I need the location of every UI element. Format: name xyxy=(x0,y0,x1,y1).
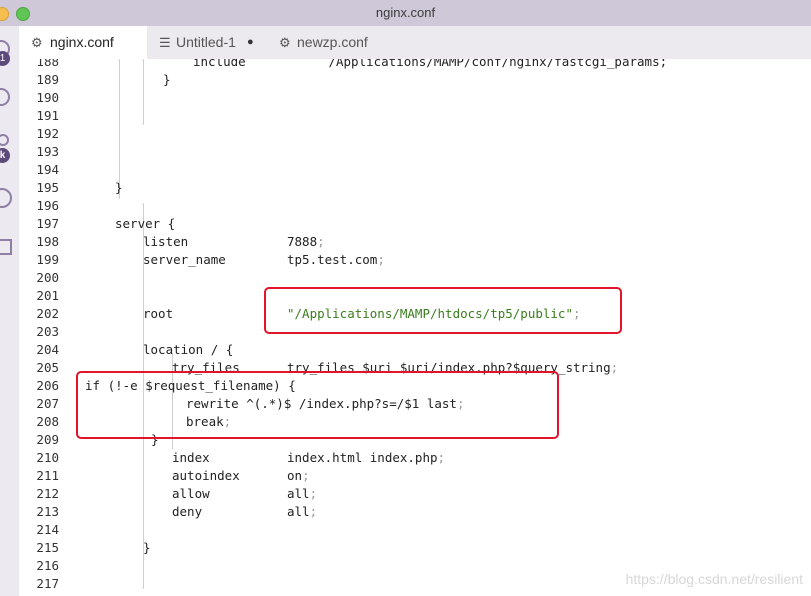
line-number: 189 xyxy=(36,72,59,87)
line-number: 199 xyxy=(36,252,59,267)
code-editor[interactable]: 188 189 190 191 192 193 194 195 196 197 198 199 200 2… xyxy=(19,59,811,596)
semicolon: ; xyxy=(309,504,318,519)
code-text: } xyxy=(163,72,171,87)
line-number: 188 xyxy=(36,59,59,69)
line-number: 211 xyxy=(36,468,59,483)
list-icon[interactable] xyxy=(0,188,12,208)
unsaved-dot-icon[interactable]: ● xyxy=(247,26,254,59)
tab-bar: ⚙ nginx.conf ☰ Untitled-1 ● ⚙ newzp.conf xyxy=(19,26,811,59)
title-bar: nginx.conf xyxy=(0,0,811,27)
line-number: 201 xyxy=(36,288,59,303)
line-number: 195 xyxy=(36,180,59,195)
line-number: 213 xyxy=(36,504,59,519)
tab-label: Untitled-1 xyxy=(176,34,236,50)
code-text: location / { xyxy=(143,342,234,357)
line-number: 209 xyxy=(36,432,59,447)
code-text: } xyxy=(115,180,123,195)
user-badge-letter: k xyxy=(0,150,6,161)
source-control-icon[interactable] xyxy=(0,134,9,146)
code-text: include /Applications/MAMP/conf/nginx/fa… xyxy=(193,59,668,69)
directive-key: deny xyxy=(172,504,203,519)
semicolon: ; xyxy=(437,450,446,465)
notification-badge: 1 xyxy=(0,51,10,66)
line-number: 215 xyxy=(36,540,59,555)
tab-nginx-conf[interactable]: ⚙ nginx.conf xyxy=(19,26,147,59)
line-number: 198 xyxy=(36,234,59,249)
semicolon: ; xyxy=(309,486,318,501)
activity-bar: 1 k xyxy=(0,26,20,596)
line-number: 216 xyxy=(36,558,59,573)
semicolon: ; xyxy=(610,360,619,375)
directive-value: index.html index.php; xyxy=(287,450,446,465)
directive-key: allow xyxy=(172,486,210,501)
directive-value: all; xyxy=(287,486,318,501)
highlight-box-root xyxy=(264,287,622,334)
gear-icon: ⚙ xyxy=(31,35,43,50)
directive-value: 7888; xyxy=(287,234,325,249)
line-number: 190 xyxy=(36,90,59,105)
line-number: 200 xyxy=(36,270,59,285)
indent-guide xyxy=(143,59,144,125)
line-number: 212 xyxy=(36,486,59,501)
indent-guide xyxy=(119,59,120,199)
tab-label: nginx.conf xyxy=(50,34,114,50)
gear-icon: ⚙ xyxy=(279,35,291,50)
line-number: 207 xyxy=(36,396,59,411)
line-number: 208 xyxy=(36,414,59,429)
tab-newzp-conf[interactable]: ⚙ newzp.conf xyxy=(271,26,397,59)
directive-key: root xyxy=(143,306,174,321)
directive-value: tp5.test.com; xyxy=(287,252,385,267)
semicolon: ; xyxy=(377,252,385,267)
highlight-box-rewrite xyxy=(76,371,559,439)
history-icon[interactable] xyxy=(0,88,10,106)
line-number: 202 xyxy=(36,306,59,321)
line-number: 203 xyxy=(36,324,59,339)
directive-value: all; xyxy=(287,504,318,519)
directive-key: autoindex xyxy=(172,468,240,483)
line-number: 192 xyxy=(36,126,59,141)
line-number: 196 xyxy=(36,198,59,213)
lines-icon: ☰ xyxy=(159,35,171,50)
line-number: 210 xyxy=(36,450,59,465)
line-number: 217 xyxy=(36,576,59,591)
directive-key: index xyxy=(172,450,210,465)
line-number: 194 xyxy=(36,162,59,177)
directive-key: server_name xyxy=(143,252,226,267)
tab-label: newzp.conf xyxy=(297,34,368,50)
tab-untitled-1[interactable]: ☰ Untitled-1 ● xyxy=(147,26,271,59)
line-number: 214 xyxy=(36,522,59,537)
line-number: 204 xyxy=(36,342,59,357)
directive-value: on; xyxy=(287,468,310,483)
notification-badge-count: 1 xyxy=(0,53,6,64)
semicolon: ; xyxy=(317,234,325,249)
extensions-icon[interactable] xyxy=(0,239,12,255)
window-title: nginx.conf xyxy=(375,5,436,20)
watermark: https://blog.csdn.net/resilient xyxy=(625,571,803,587)
line-number: 191 xyxy=(36,108,59,123)
code-text: } xyxy=(143,540,151,555)
semicolon: ; xyxy=(302,468,310,483)
line-number: 205 xyxy=(36,360,59,375)
line-number: 197 xyxy=(36,216,59,231)
line-number: 206 xyxy=(36,378,59,393)
line-number: 193 xyxy=(36,144,59,159)
code-text: server { xyxy=(115,216,176,231)
directive-key: listen xyxy=(143,234,189,249)
user-badge: k xyxy=(0,148,10,163)
